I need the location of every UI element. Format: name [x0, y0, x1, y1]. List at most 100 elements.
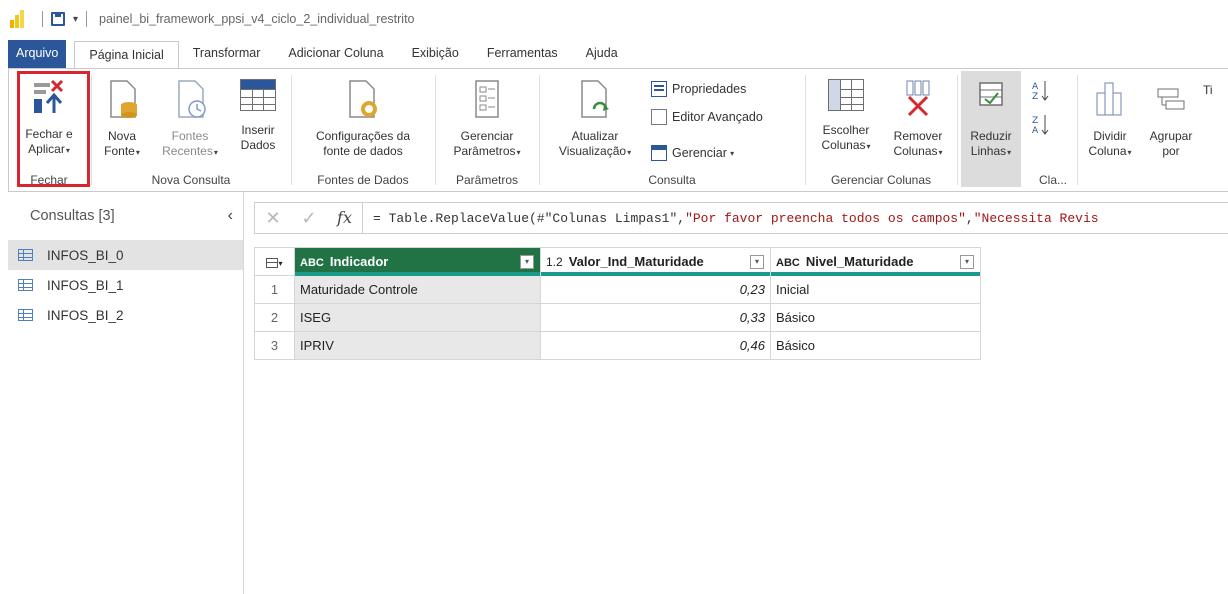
query-item-infos-bi-2[interactable]: INFOS_BI_2 — [8, 300, 243, 330]
chevron-down-icon: ▾ — [1007, 148, 1012, 157]
tab-arquivo[interactable]: Arquivo — [8, 40, 67, 68]
nova-fonte-button[interactable]: Nova Fonte▾ — [95, 79, 149, 160]
title-bar: ▾ painel_bi_framework_ppsi_v4_ciclo_2_in… — [0, 0, 1228, 38]
formula-input[interactable]: = Table.ReplaceValue(#"Colunas Limpas1",… — [363, 211, 1099, 226]
group-nova-consulta: Nova Fonte▾ Fontes Recentes▾ Inserir Dad… — [93, 69, 289, 191]
row-number: 3 — [254, 331, 295, 360]
group-label-fontes-de-dados: Fontes de Dados — [317, 173, 409, 187]
tab-ajuda[interactable]: Ajuda — [572, 40, 632, 68]
column-header-nivel-maturidade[interactable]: ABC Nivel_Maturidade ▾ — [770, 247, 981, 276]
remover-label-2: Colunas — [893, 144, 938, 158]
configuracoes-fonte-button[interactable]: Configurações da fonte de dados — [297, 79, 429, 159]
title-separator — [86, 11, 88, 27]
editor-avancado-button[interactable]: Editor Avançado — [651, 109, 763, 125]
manage-parameters-icon — [475, 80, 499, 118]
group-by-icon — [1157, 88, 1185, 110]
group-fontes-de-dados: Configurações da fonte de dados Fontes d… — [293, 69, 433, 191]
chevron-down-icon: ▾ — [627, 148, 632, 157]
column-name: Indicador — [329, 254, 389, 269]
tab-exibicao[interactable]: Exibição — [398, 40, 473, 68]
inserir-dados-label-2: Dados — [240, 138, 276, 152]
column-quality-bar — [541, 272, 770, 276]
table-corner-menu[interactable]: ▾ — [254, 247, 295, 276]
query-item-infos-bi-1[interactable]: INFOS_BI_1 — [8, 270, 243, 300]
split-column-icon — [1096, 82, 1122, 116]
chevron-left-icon[interactable]: ‹ — [228, 207, 233, 225]
checkmark-icon[interactable]: ✓ — [291, 208, 327, 229]
group-parametros: Gerenciar Parâmetros▾ Parâmetros — [437, 69, 537, 191]
inserir-dados-button[interactable]: Inserir Dados — [231, 79, 285, 153]
agrupar-label-2: por — [1162, 144, 1180, 158]
manage-icon — [651, 145, 667, 161]
sort-ascending-icon: A Z — [1032, 81, 1049, 102]
save-icon[interactable] — [51, 12, 65, 26]
fontes-recentes-button[interactable]: Fontes Recentes▾ — [159, 79, 221, 160]
table-row[interactable]: 3 IPRIV 0,46 Básico — [254, 331, 981, 360]
filter-dropdown-icon[interactable]: ▾ — [960, 255, 974, 269]
text-type-icon[interactable]: ABC — [776, 257, 800, 269]
sort-descending-button[interactable]: Z A — [1029, 113, 1053, 141]
chevron-down-icon: ▾ — [866, 142, 871, 151]
reduzir-linhas-button[interactable]: Reduzir Linhas▾ — [961, 71, 1021, 187]
filter-dropdown-icon[interactable]: ▾ — [520, 255, 534, 269]
svg-text:Z: Z — [1032, 92, 1038, 102]
cell-valor[interactable]: 0,23 — [540, 275, 771, 304]
tab-ferramentas[interactable]: Ferramentas — [473, 40, 572, 68]
table-row[interactable]: 2 ISEG 0,33 Básico — [254, 303, 981, 332]
table-row[interactable]: 1 Maturidade Controle 0,23 Inicial — [254, 275, 981, 304]
query-item-infos-bi-0[interactable]: INFOS_BI_0 — [8, 240, 243, 270]
chevron-down-icon: ▾ — [278, 259, 283, 268]
gerenciar-parametros-button[interactable]: Gerenciar Parâmetros▾ — [441, 79, 533, 160]
cell-valor[interactable]: 0,33 — [540, 303, 771, 332]
group-consulta: Atualizar Visualização▾ Propriedades Edi… — [541, 69, 803, 191]
atualizar-visualizacao-button[interactable]: Atualizar Visualização▾ — [547, 79, 643, 160]
fontes-recentes-label-1: Fontes — [171, 129, 209, 143]
cancel-icon[interactable]: ✕ — [255, 208, 291, 229]
choose-columns-icon — [828, 79, 864, 111]
atualizar-label-2: Visualização — [558, 144, 627, 158]
group-label-gerenciar-colunas: Gerenciar Colunas — [830, 173, 932, 187]
fx-icon[interactable]: fx — [327, 203, 363, 233]
decimal-type-icon[interactable]: 1.2 — [546, 255, 563, 269]
chevron-down-icon: ▾ — [1127, 148, 1132, 157]
gerenciar-param-label-2: Parâmetros — [453, 144, 516, 158]
column-header-indicador[interactable]: ABC Indicador ▾ — [294, 247, 541, 276]
table-icon — [18, 309, 33, 321]
chevron-down-icon: ▾ — [938, 148, 943, 157]
cell-indicador[interactable]: ISEG — [294, 303, 541, 332]
text-type-icon[interactable]: ABC — [300, 257, 324, 269]
tab-adicionar-coluna[interactable]: Adicionar Coluna — [274, 40, 397, 68]
group-divider — [539, 75, 540, 185]
nova-fonte-label-1: Nova — [107, 129, 136, 143]
power-bi-logo-icon — [10, 10, 26, 28]
agrupar-por-button[interactable]: Agrupar por — [1141, 79, 1201, 159]
cell-nivel[interactable]: Básico — [770, 331, 981, 360]
propriedades-button[interactable]: Propriedades — [651, 81, 746, 97]
data-grid: ▾ ABC Indicador ▾ 1.2 Valor_Ind_Maturidade… — [254, 247, 981, 360]
cell-nivel[interactable]: Básico — [770, 303, 981, 332]
refresh-preview-icon — [581, 80, 609, 118]
query-item-label: INFOS_BI_2 — [47, 307, 124, 323]
formula-string-1: "Por favor preencha todos os campos" — [685, 210, 966, 226]
title-separator — [42, 11, 43, 27]
gerenciar-button[interactable]: Gerenciar ▾ — [651, 145, 734, 161]
escolher-colunas-button[interactable]: Escolher Colunas▾ — [811, 79, 881, 154]
cell-indicador[interactable]: Maturidade Controle — [294, 275, 541, 304]
column-header-valor-ind-maturidade[interactable]: 1.2 Valor_Ind_Maturidade ▾ — [540, 247, 771, 276]
sort-ascending-button[interactable]: A Z — [1029, 79, 1053, 107]
filter-dropdown-icon[interactable]: ▾ — [750, 255, 764, 269]
recent-sources-icon — [178, 80, 206, 118]
highlight-box — [17, 71, 90, 187]
tipo-dados-button[interactable]: Ti — [1203, 83, 1227, 98]
table-menu-icon — [266, 257, 279, 268]
quick-access-dropdown-icon[interactable]: ▾ — [73, 14, 78, 25]
dividir-coluna-button[interactable]: Dividir Coluna▾ — [1081, 79, 1139, 160]
reduce-rows-icon — [979, 82, 1003, 106]
tab-pagina-inicial[interactable]: Página Inicial — [74, 41, 179, 69]
tab-transformar[interactable]: Transformar — [179, 40, 275, 68]
cell-indicador[interactable]: IPRIV — [294, 331, 541, 360]
cell-valor[interactable]: 0,46 — [540, 331, 771, 360]
remover-colunas-button[interactable]: Remover Colunas▾ — [883, 79, 953, 160]
cell-nivel[interactable]: Inicial — [770, 275, 981, 304]
svg-text:Z: Z — [1032, 116, 1038, 126]
